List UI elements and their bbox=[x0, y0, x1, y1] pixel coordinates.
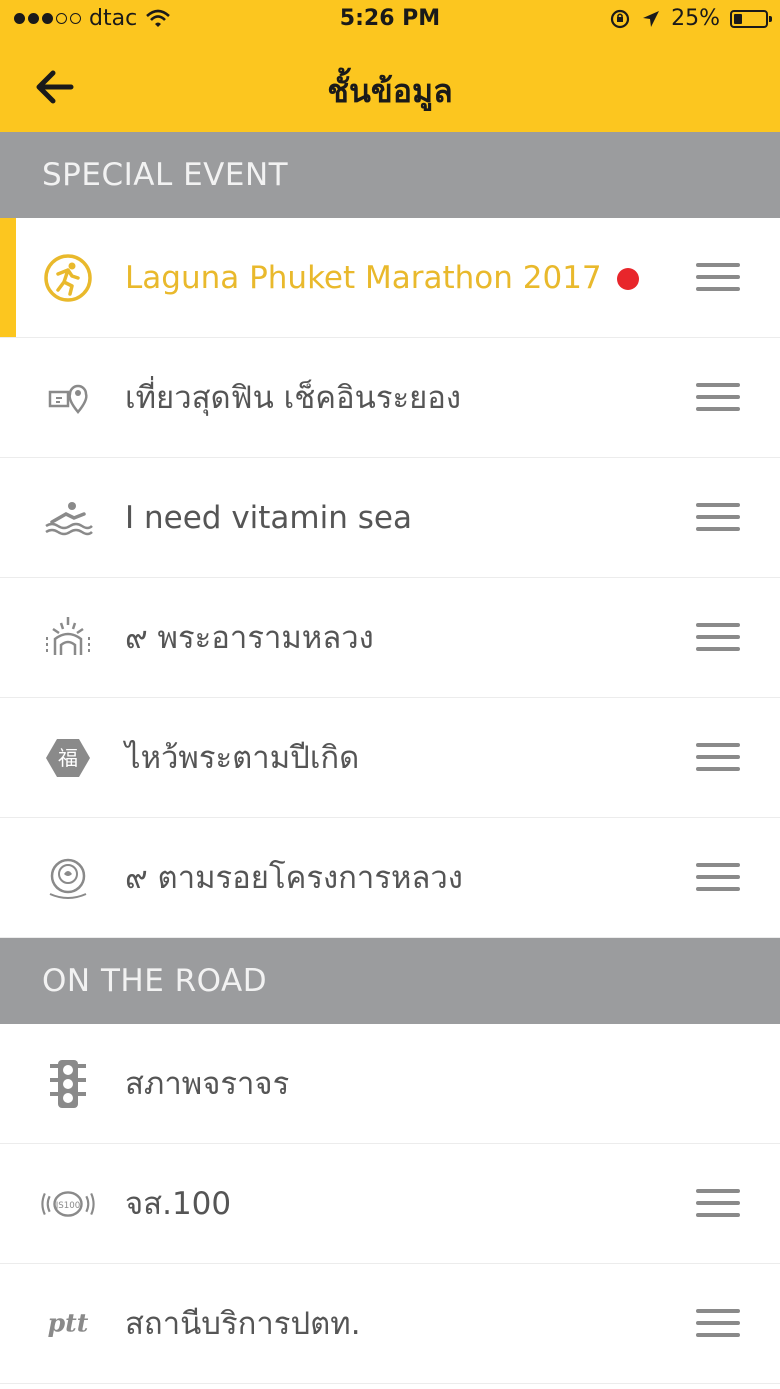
layer-list-item[interactable]: 福 ไหว้พระตามปีเกิด bbox=[0, 698, 780, 818]
layer-list: SPECIAL EVENT Laguna Phuket Marathon 2017… bbox=[0, 132, 780, 1384]
drag-handle-icon[interactable] bbox=[696, 263, 740, 293]
layer-label: ไหว้พระตามปีเกิด bbox=[125, 740, 360, 776]
app-screen: dtac 5:26 PM 25% ชั้นข้อมูล SPECIAL EVEN… bbox=[0, 0, 780, 1389]
layer-list-item[interactable]: ๙ พระอารามหลวง bbox=[0, 578, 780, 698]
hexagon-badge-icon: 福 bbox=[40, 730, 96, 786]
status-bar: dtac 5:26 PM 25% bbox=[0, 0, 780, 40]
orientation-lock-icon bbox=[610, 9, 630, 28]
layer-label: จส.100 bbox=[125, 1186, 232, 1222]
drag-handle-icon[interactable] bbox=[696, 1189, 740, 1219]
drag-handle-icon[interactable] bbox=[696, 863, 740, 893]
runner-icon bbox=[40, 250, 96, 306]
location-arrow-icon bbox=[643, 10, 660, 27]
layer-label: I need vitamin sea bbox=[125, 500, 412, 536]
section-header: SPECIAL EVENT bbox=[0, 132, 780, 218]
drag-handle-icon[interactable] bbox=[696, 743, 740, 773]
layer-list-item[interactable]: ๙ ตามรอยโครงการหลวง bbox=[0, 818, 780, 938]
svg-text:福: 福 bbox=[58, 746, 78, 770]
active-indicator bbox=[0, 218, 16, 337]
battery-percent: 25% bbox=[671, 6, 720, 31]
status-right: 25% bbox=[609, 6, 772, 31]
temple-icon bbox=[40, 610, 96, 666]
ptt-logo-icon: ptt bbox=[40, 1296, 96, 1352]
drag-handle-icon[interactable] bbox=[696, 623, 740, 653]
layer-list-item[interactable]: เที่ยวสุดฟิน เช็คอินระยอง bbox=[0, 338, 780, 458]
layer-label: สภาพจราจร bbox=[125, 1066, 290, 1102]
layer-label: Laguna Phuket Marathon 2017 bbox=[125, 260, 602, 296]
layer-label: เที่ยวสุดฟิน เช็คอินระยอง bbox=[125, 380, 462, 416]
battery-level bbox=[734, 13, 742, 24]
section-header: ON THE ROAD bbox=[0, 938, 780, 1024]
layer-label: ๙ ตามรอยโครงการหลวง bbox=[125, 860, 463, 896]
notification-badge bbox=[617, 268, 639, 290]
svg-text:ptt: ptt bbox=[48, 1308, 89, 1338]
drag-handle-icon[interactable] bbox=[696, 1309, 740, 1339]
layer-list-item[interactable]: JS100 จส.100 bbox=[0, 1144, 780, 1264]
battery-icon bbox=[730, 9, 772, 28]
layer-list-item[interactable]: I need vitamin sea bbox=[0, 458, 780, 578]
layer-list-item[interactable]: Laguna Phuket Marathon 2017 bbox=[0, 218, 780, 338]
map-pin-icon bbox=[40, 370, 96, 426]
layer-label: ๙ พระอารามหลวง bbox=[125, 620, 374, 656]
sea-icon bbox=[40, 490, 96, 546]
layer-list-item[interactable]: สภาพจราจร bbox=[0, 1024, 780, 1144]
traffic-light-icon bbox=[40, 1056, 96, 1112]
drag-handle-icon[interactable] bbox=[696, 383, 740, 413]
royal-emblem-icon bbox=[40, 850, 96, 906]
nav-bar: ชั้นข้อมูล bbox=[0, 40, 780, 132]
svg-text:JS100: JS100 bbox=[55, 1201, 81, 1211]
page-title: ชั้นข้อมูล bbox=[327, 72, 453, 110]
layer-list-item[interactable]: ptt สถานีบริการปตท. bbox=[0, 1264, 780, 1384]
radio-icon: JS100 bbox=[40, 1176, 96, 1232]
drag-handle-icon[interactable] bbox=[696, 503, 740, 533]
layer-label: สถานีบริการปตท. bbox=[125, 1306, 361, 1342]
